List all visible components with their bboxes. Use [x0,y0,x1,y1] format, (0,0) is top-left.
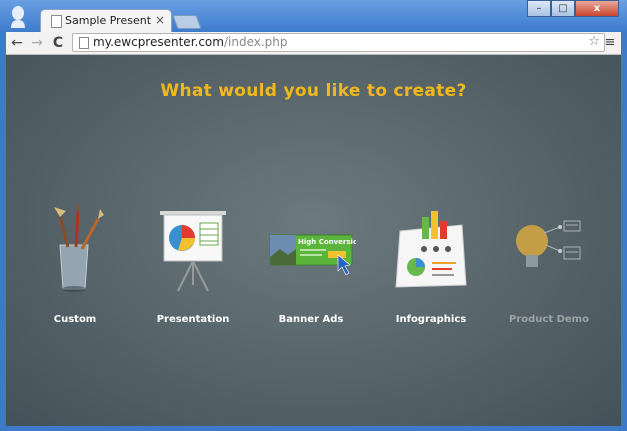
browser-window: Sample Presentation – Cre × – □ x ← → C … [0,0,627,431]
tab-title: Sample Presentation – Cre [65,14,151,27]
url-host: my.ewcpresenter.com [93,35,224,49]
forward-button[interactable]: → [28,32,46,54]
user-profile-icon[interactable] [10,6,26,28]
lightbulb-icon [516,220,581,267]
option-label: Product Demo [509,314,589,325]
maximize-button[interactable]: □ [551,0,575,17]
browser-toolbar: ← → C my.ewcpresenter.com/index.php ☆ ≡ [6,32,621,55]
window-controls: – □ x [527,0,619,19]
page-content: What would you like to create? Custom Pr… [6,55,621,426]
browser-menu-icon[interactable]: ≡ [603,32,617,54]
browser-tab[interactable]: Sample Presentation – Cre × [40,9,172,32]
tab-close-button[interactable]: × [155,13,165,27]
reload-button[interactable]: C [49,32,67,54]
option-banner-ads[interactable]: High Conversion Banner Ads [266,205,356,330]
address-bar[interactable]: my.ewcpresenter.com/index.php ☆ [72,33,605,52]
back-button[interactable]: ← [8,32,26,54]
banner-ad-icon: High Conversion [269,234,356,276]
easel-chart-icon [160,211,226,292]
option-label: Infographics [395,314,467,325]
url-path: /index.php [223,35,288,49]
bookmark-star-icon[interactable]: ☆ [588,34,600,49]
page-icon [51,15,62,28]
option-presentation[interactable]: Presentation [148,205,238,330]
close-window-button[interactable]: x [575,0,619,17]
option-product-demo[interactable]: Product Demo [504,205,594,330]
page-title: What would you like to create? [160,81,467,101]
option-label: Custom [53,314,97,325]
minimize-button[interactable]: – [527,0,551,17]
option-custom[interactable]: Custom [30,205,120,330]
infographic-icon [395,211,467,288]
option-label: Banner Ads [278,314,344,325]
page-icon [79,37,89,49]
banner-ad-text: High Conversion [298,238,356,246]
option-label: Presentation [156,314,230,325]
new-tab-button[interactable] [172,15,202,29]
option-infographics[interactable]: Infographics [386,205,476,330]
paintbrush-cup-icon [54,205,104,292]
title-bar: Sample Presentation – Cre × – □ x [0,0,627,32]
